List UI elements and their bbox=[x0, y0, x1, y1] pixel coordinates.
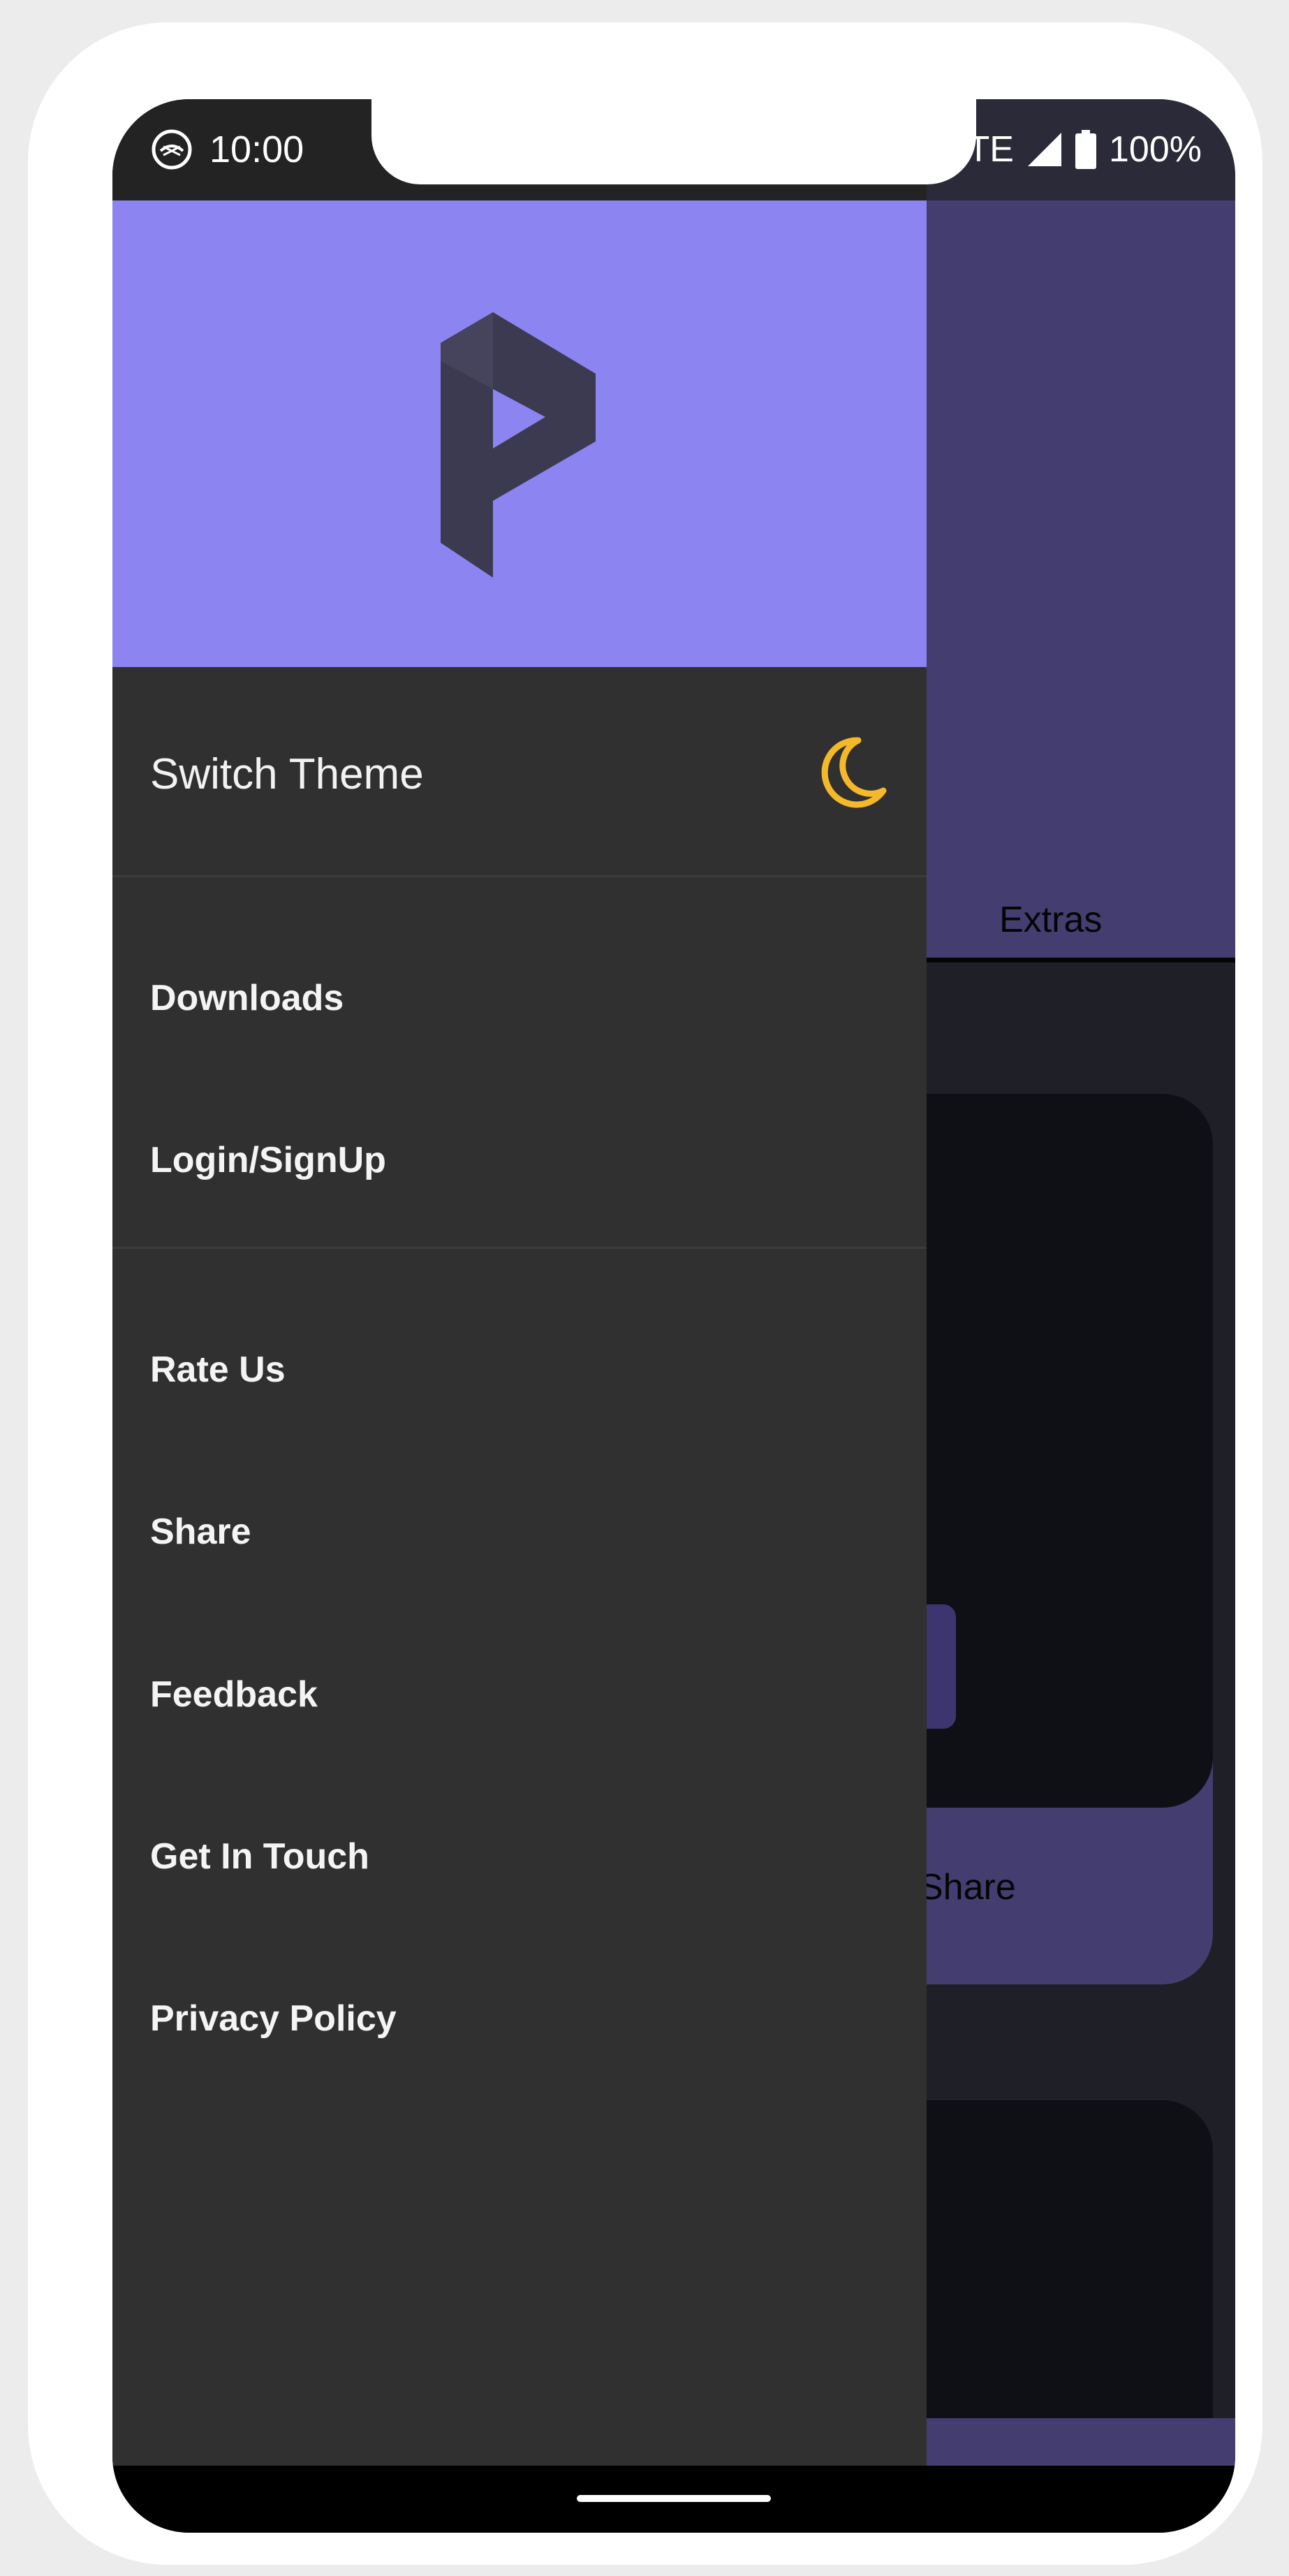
notification-icon bbox=[152, 129, 192, 170]
menu-item-share[interactable]: Share bbox=[150, 1511, 251, 1553]
phone-frame: Extras Share Switch Theme Downloads Logi… bbox=[28, 22, 1262, 2565]
switch-theme-label: Switch Theme bbox=[150, 750, 424, 798]
drawer-header bbox=[112, 200, 927, 667]
status-right: LTE 100% bbox=[950, 127, 1202, 172]
battery-icon bbox=[1075, 130, 1096, 169]
divider bbox=[112, 1247, 927, 1249]
signal-icon bbox=[1028, 133, 1061, 166]
camera-notch bbox=[371, 99, 976, 184]
home-indicator[interactable] bbox=[577, 2495, 771, 2502]
divider bbox=[112, 875, 927, 877]
switch-theme-row[interactable]: Switch Theme bbox=[112, 667, 927, 875]
status-bar: 10:00 LTE 100% bbox=[112, 99, 1235, 200]
tab-extras[interactable]: Extras bbox=[999, 899, 1102, 941]
card-share-button[interactable]: Share bbox=[919, 1866, 1016, 1908]
app-logo bbox=[441, 312, 596, 578]
menu-item-login-signup[interactable]: Login/SignUp bbox=[150, 1139, 386, 1181]
menu-item-feedback[interactable]: Feedback bbox=[150, 1674, 318, 1715]
menu-item-downloads[interactable]: Downloads bbox=[150, 977, 344, 1019]
menu-item-rate-us[interactable]: Rate Us bbox=[150, 1349, 286, 1391]
screen: Extras Share Switch Theme Downloads Logi… bbox=[112, 99, 1235, 2533]
moon-icon[interactable] bbox=[818, 735, 887, 809]
menu-item-get-in-touch[interactable]: Get In Touch bbox=[150, 1836, 369, 1878]
status-time: 10:00 bbox=[209, 129, 304, 170]
menu-item-privacy-policy[interactable]: Privacy Policy bbox=[150, 1998, 397, 2040]
battery-percent: 100% bbox=[1109, 129, 1202, 170]
status-left: 10:00 bbox=[151, 127, 304, 172]
navigation-drawer: Switch Theme Downloads Login/SignUp Rate… bbox=[112, 200, 927, 2466]
